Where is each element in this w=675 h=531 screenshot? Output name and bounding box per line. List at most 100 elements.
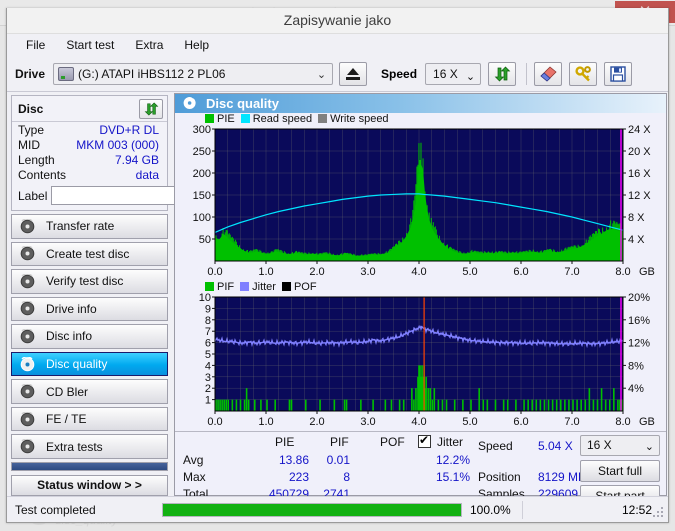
svg-text:7.0: 7.0	[564, 266, 579, 278]
legend-label: Jitter	[252, 280, 276, 293]
svg-text:7.0: 7.0	[564, 416, 579, 428]
sidebar-item-label: Transfer rate	[46, 219, 115, 234]
drive-select-value: (G:) ATAPI iHBS112 2 PL06	[78, 66, 226, 81]
legend-label: PIF	[217, 280, 235, 293]
svg-text:50: 50	[199, 234, 211, 246]
disc-row-contents: Contents data	[12, 167, 167, 182]
svg-text:2: 2	[205, 383, 211, 395]
sidebar-item-transfer-rate[interactable]: Transfer rate	[11, 214, 168, 239]
menu-item-file[interactable]: File	[17, 36, 54, 54]
jitter-checkbox[interactable]	[418, 433, 431, 448]
refresh-arrows-icon	[144, 102, 158, 116]
disc-row-key: MID	[18, 138, 40, 152]
progress-bar	[162, 502, 462, 517]
refresh-button[interactable]	[488, 61, 517, 86]
sidebar-item-drive-info[interactable]: Drive info	[11, 296, 168, 322]
progress-percent: 100.0%	[470, 502, 511, 517]
svg-text:20%: 20%	[628, 292, 650, 304]
stats-info-key-speed: Speed	[478, 438, 513, 453]
svg-text:4%: 4%	[628, 383, 644, 395]
svg-text:10: 10	[199, 292, 211, 304]
svg-text:20 X: 20 X	[628, 146, 651, 158]
drive-select[interactable]: (G:) ATAPI iHBS112 2 PL06 ⌄	[53, 62, 334, 85]
disc-panel: Disc Type DVD+R DL MID MKM 003 (000) Len…	[11, 95, 257, 211]
pie-chart-canvas: 300 250 200 150 100 50 24 X 20 X 16 X 12 X 8 X 4 X 0…	[193, 124, 655, 278]
svg-text:16%: 16%	[628, 315, 650, 327]
svg-text:6.0: 6.0	[513, 416, 528, 428]
svg-text:4.0: 4.0	[411, 416, 426, 428]
drive-label: Drive	[15, 66, 46, 81]
sidebar-item-disc-info[interactable]: Disc info	[11, 324, 168, 349]
sidebar-item-cd-bler[interactable]: CD Bler	[11, 379, 168, 404]
save-button[interactable]	[604, 61, 633, 86]
svg-text:1: 1	[205, 394, 211, 406]
resize-grip[interactable]	[653, 507, 665, 519]
svg-text:5: 5	[205, 349, 211, 361]
menu-item-extra[interactable]: Extra	[126, 36, 172, 54]
svg-text:1.0: 1.0	[258, 266, 273, 278]
disc-quality-icon	[183, 96, 196, 110]
sidebar-item-label: CD Bler	[46, 384, 89, 399]
svg-text:9: 9	[205, 303, 211, 315]
svg-text:200: 200	[193, 168, 211, 180]
stats-row-label-max: Max	[183, 469, 206, 484]
stats-avg-pie: 13.86	[278, 452, 309, 467]
stats-avg-jitter: 12.2%	[435, 452, 470, 467]
svg-text:3.0: 3.0	[360, 266, 375, 278]
speed-select-value: 16 X	[433, 66, 458, 81]
menu-item-help[interactable]: Help	[175, 36, 218, 54]
sidebar-item-disc-quality[interactable]: Disc quality	[11, 351, 168, 377]
key-icon	[574, 65, 591, 81]
stats-info-value-speed: 5.04 X	[538, 438, 573, 453]
start-full-button[interactable]: Start full	[580, 459, 660, 482]
sidebar-item-create-test-disc[interactable]: Create test disc	[11, 241, 168, 267]
disc-panel-title: Disc	[18, 102, 44, 116]
svg-text:5.0: 5.0	[462, 266, 477, 278]
disc-row-value: data	[135, 168, 159, 182]
svg-text:4: 4	[205, 360, 211, 372]
disc-row-value: 7.94 GB	[114, 153, 159, 167]
stats-col-pif: PIF	[330, 434, 349, 449]
disc-row-value: MKM 003 (000)	[76, 138, 159, 152]
stats-max-pie: 223	[288, 469, 309, 484]
speed-select[interactable]: 16 X ⌄	[425, 62, 482, 85]
status-window-button[interactable]: Status window > >	[11, 474, 168, 496]
legend-label: Read speed	[252, 112, 313, 125]
disc-row-value: DVD+R DL	[99, 123, 159, 137]
legend-label: POF	[293, 280, 317, 293]
test-speed-select[interactable]: 16 X ⌄	[580, 434, 660, 456]
svg-text:8.0: 8.0	[615, 416, 630, 428]
statistics-panel: PIE PIF POF Jitter Avg 13.86 0.01 12.2% …	[175, 430, 666, 507]
sidebar-item-verify-test-disc[interactable]: Verify test disc	[11, 269, 168, 294]
svg-text:0.0: 0.0	[207, 266, 222, 278]
disc-row-type: Type DVD+R DL	[12, 122, 167, 137]
disc-quality-icon	[20, 356, 35, 371]
sidebar-item-label: Disc quality	[46, 357, 108, 371]
svg-text:3: 3	[205, 372, 211, 384]
stats-max-jitter: 15.1%	[435, 469, 470, 484]
disc-label-row: Label	[12, 182, 257, 206]
cd-bler-icon	[20, 384, 35, 399]
key-button[interactable]	[569, 61, 598, 86]
svg-text:4 X: 4 X	[628, 234, 645, 246]
svg-text:5.0: 5.0	[462, 416, 477, 428]
sidebar-item-fe-te[interactable]: FE / TE	[11, 406, 168, 432]
sidebar-item-label: FE / TE	[46, 412, 87, 427]
menu-item-start-test[interactable]: Start test	[57, 36, 123, 54]
legend-label: PIE	[217, 112, 235, 125]
disc-row-key: Contents	[18, 168, 67, 182]
legend-swatch-icon	[205, 114, 214, 124]
sidebar-item-extra-tests[interactable]: Extra tests	[11, 434, 168, 459]
eject-button[interactable]	[339, 61, 368, 86]
pie-chart: PIE Read speed Write speed 300 250 200 150 100…	[175, 113, 666, 281]
svg-text:8 X: 8 X	[628, 212, 645, 224]
pie-chart-legend: PIE Read speed Write speed	[205, 113, 389, 125]
disc-refresh-button[interactable]	[139, 99, 163, 119]
eject-icon	[346, 67, 361, 80]
stats-info-key-position: Position	[478, 469, 521, 484]
stats-col-pie: PIE	[275, 434, 295, 449]
legend-label: Write speed	[330, 112, 389, 125]
disc-row-key: Length	[18, 153, 55, 167]
status-text: Test completed	[15, 502, 96, 517]
erase-button[interactable]	[534, 61, 563, 86]
